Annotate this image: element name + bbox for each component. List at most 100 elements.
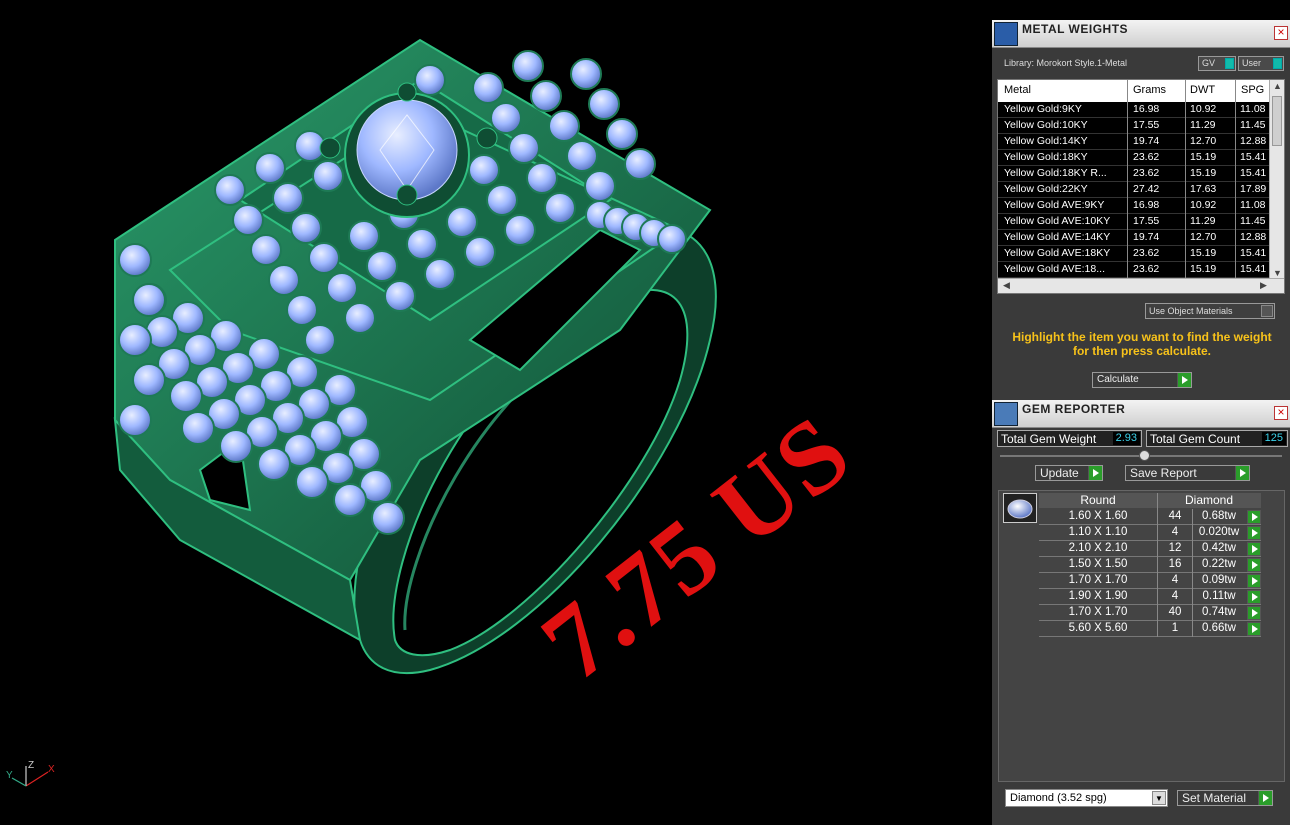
table-row[interactable]: Yellow Gold:22KY 27.42 17.63 17.89 bbox=[998, 182, 1270, 198]
play-icon[interactable] bbox=[1247, 590, 1261, 604]
play-icon[interactable] bbox=[1247, 542, 1261, 556]
cell-metal: Yellow Gold AVE:9KY bbox=[1004, 199, 1105, 211]
scroll-thumb[interactable] bbox=[1272, 96, 1282, 146]
cell-size: 2.10 X 2.10 bbox=[1068, 542, 1128, 554]
use-object-materials-toggle[interactable]: Use Object Materials bbox=[1145, 303, 1275, 319]
ring-model[interactable] bbox=[0, 0, 992, 825]
scroll-left-icon[interactable]: ◀ bbox=[1003, 280, 1010, 291]
pave-gem bbox=[181, 411, 215, 445]
cell-size: 1.10 X 1.10 bbox=[1068, 526, 1128, 538]
3d-viewport[interactable]: 7.75 US X Z Y bbox=[0, 0, 992, 825]
gem-reporter-titlebar[interactable]: GEM REPORTER × bbox=[992, 400, 1290, 428]
cell-grams: 19.74 bbox=[1133, 231, 1160, 243]
cell-dwt: 15.19 bbox=[1190, 263, 1217, 275]
metal-weights-titlebar[interactable]: METAL WEIGHTS × bbox=[992, 20, 1290, 48]
cell-dwt: 12.70 bbox=[1190, 135, 1217, 147]
play-icon[interactable] bbox=[1247, 622, 1261, 636]
scroll-right-icon[interactable]: ▶ bbox=[1260, 280, 1267, 291]
play-icon[interactable] bbox=[1247, 574, 1261, 588]
scroll-up-icon[interactable]: ▲ bbox=[1273, 81, 1282, 91]
table-row[interactable]: 1.90 X 1.90 4 0.11tw bbox=[1039, 589, 1261, 605]
table-row[interactable]: Yellow Gold:10KY 17.55 11.29 11.45 bbox=[998, 118, 1270, 134]
cell-metal: Yellow Gold:18KY bbox=[1004, 151, 1088, 163]
play-icon[interactable] bbox=[1247, 510, 1261, 524]
set-material-button[interactable]: Set Material bbox=[1177, 790, 1273, 806]
table-row[interactable]: 1.70 X 1.70 4 0.09tw bbox=[1039, 573, 1261, 589]
cell-weight: 0.74tw bbox=[1202, 606, 1236, 618]
cell-metal: Yellow Gold:14KY bbox=[1004, 135, 1088, 147]
gem-report-table[interactable]: Round Diamond 1.60 X 1.60 44 0.68tw 1.10 X … bbox=[998, 490, 1285, 782]
divider-slider[interactable] bbox=[1000, 450, 1282, 461]
table-row[interactable]: Yellow Gold AVE:14KY 19.74 12.70 12.88 bbox=[998, 230, 1270, 246]
play-icon[interactable] bbox=[1247, 558, 1261, 572]
cell-metal: Yellow Gold:18KY R... bbox=[1004, 167, 1107, 179]
save-report-button[interactable]: Save Report bbox=[1125, 465, 1250, 481]
play-icon[interactable] bbox=[1247, 606, 1261, 620]
pave-gem bbox=[566, 140, 598, 172]
table-row[interactable]: 1.10 X 1.10 4 0.020tw bbox=[1039, 525, 1261, 541]
gv-toggle[interactable]: GV bbox=[1198, 56, 1236, 71]
gem-reporter-title: GEM REPORTER bbox=[1022, 402, 1126, 416]
play-icon[interactable] bbox=[1247, 526, 1261, 540]
play-icon bbox=[1258, 791, 1272, 805]
cell-size: 1.70 X 1.70 bbox=[1068, 574, 1128, 586]
table-row[interactable]: Yellow Gold AVE:18... 23.62 15.19 15.41 bbox=[998, 262, 1270, 278]
library-label: Library: Morokort Style.1-Metal bbox=[1004, 58, 1128, 68]
col-dwt[interactable]: DWT bbox=[1190, 84, 1215, 96]
table-row[interactable]: Yellow Gold AVE:18KY 23.62 15.19 15.41 bbox=[998, 246, 1270, 262]
table-row[interactable]: 1.60 X 1.60 44 0.68tw bbox=[1039, 509, 1261, 525]
table-row[interactable]: Yellow Gold:18KY 23.62 15.19 15.41 bbox=[998, 150, 1270, 166]
pave-gem bbox=[250, 234, 282, 266]
table-row[interactable]: 2.10 X 2.10 12 0.42tw bbox=[1039, 541, 1261, 557]
table-row[interactable]: Yellow Gold:9KY 16.98 10.92 11.08 bbox=[998, 102, 1270, 118]
pave-gem bbox=[132, 283, 166, 317]
pave-gem bbox=[348, 220, 380, 252]
cell-grams: 19.74 bbox=[1133, 135, 1160, 147]
chevron-down-icon[interactable]: ▼ bbox=[1152, 791, 1166, 805]
cell-size: 1.70 X 1.70 bbox=[1068, 606, 1128, 618]
cell-dwt: 12.70 bbox=[1190, 231, 1217, 243]
right-panel: METAL WEIGHTS × Library: Morokort Style.… bbox=[992, 20, 1290, 825]
pave-gem bbox=[504, 214, 536, 246]
cell-metal: Yellow Gold AVE:18... bbox=[1004, 263, 1105, 275]
pave-gem bbox=[508, 132, 540, 164]
svg-text:Z: Z bbox=[28, 760, 34, 771]
pave-gem bbox=[384, 280, 416, 312]
user-toggle[interactable]: User bbox=[1238, 56, 1284, 71]
pave-gem bbox=[268, 264, 300, 296]
cell-size: 5.60 X 5.60 bbox=[1068, 622, 1128, 634]
table-row[interactable]: 1.50 X 1.50 16 0.22tw bbox=[1039, 557, 1261, 573]
calculate-hint: Highlight the item you want to find the … bbox=[1012, 330, 1272, 358]
cell-dwt: 15.19 bbox=[1190, 167, 1217, 179]
close-icon[interactable]: × bbox=[1274, 406, 1288, 420]
horizontal-scrollbar[interactable]: ◀ ▶ bbox=[998, 278, 1284, 293]
cell-grams: 17.55 bbox=[1133, 215, 1160, 227]
scroll-down-icon[interactable]: ▼ bbox=[1273, 268, 1282, 278]
pave-gem bbox=[486, 184, 518, 216]
material-select[interactable]: Diamond (3.52 spg) ▼ bbox=[1005, 789, 1168, 807]
cell-metal: Yellow Gold AVE:14KY bbox=[1004, 231, 1111, 243]
table-row[interactable]: 1.70 X 1.70 40 0.74tw bbox=[1039, 605, 1261, 621]
cell-weight: 0.22tw bbox=[1202, 558, 1236, 570]
cell-dwt: 17.63 bbox=[1190, 183, 1217, 195]
metal-weights-icon bbox=[994, 22, 1018, 46]
cell-grams: 27.42 bbox=[1133, 183, 1160, 195]
axis-triad-icon: X Z Y bbox=[6, 760, 55, 787]
set-material-label: Set Material bbox=[1182, 791, 1247, 805]
calculate-button[interactable]: Calculate bbox=[1092, 372, 1192, 388]
col-grams[interactable]: Grams bbox=[1133, 84, 1166, 96]
vertical-scrollbar[interactable]: ▲ ▼ bbox=[1269, 80, 1284, 279]
table-row[interactable]: Yellow Gold AVE:10KY 17.55 11.29 11.45 bbox=[998, 214, 1270, 230]
table-row[interactable]: 5.60 X 5.60 1 0.66tw bbox=[1039, 621, 1261, 637]
pave-gem bbox=[219, 429, 253, 463]
slider-knob[interactable] bbox=[1139, 450, 1150, 461]
close-icon[interactable]: × bbox=[1274, 26, 1288, 40]
metal-weights-table[interactable]: Metal Grams DWT SPG Yellow Gold:9KY 16.98… bbox=[997, 79, 1285, 294]
table-row[interactable]: Yellow Gold:18KY R... 23.62 15.19 15.41 bbox=[998, 166, 1270, 182]
update-button[interactable]: Update bbox=[1035, 465, 1103, 481]
col-spg[interactable]: SPG bbox=[1241, 84, 1264, 96]
cell-count: 4 bbox=[1171, 526, 1179, 538]
table-row[interactable]: Yellow Gold:14KY 19.74 12.70 12.88 bbox=[998, 134, 1270, 150]
col-metal[interactable]: Metal bbox=[1004, 84, 1031, 96]
table-row[interactable]: Yellow Gold AVE:9KY 16.98 10.92 11.08 bbox=[998, 198, 1270, 214]
